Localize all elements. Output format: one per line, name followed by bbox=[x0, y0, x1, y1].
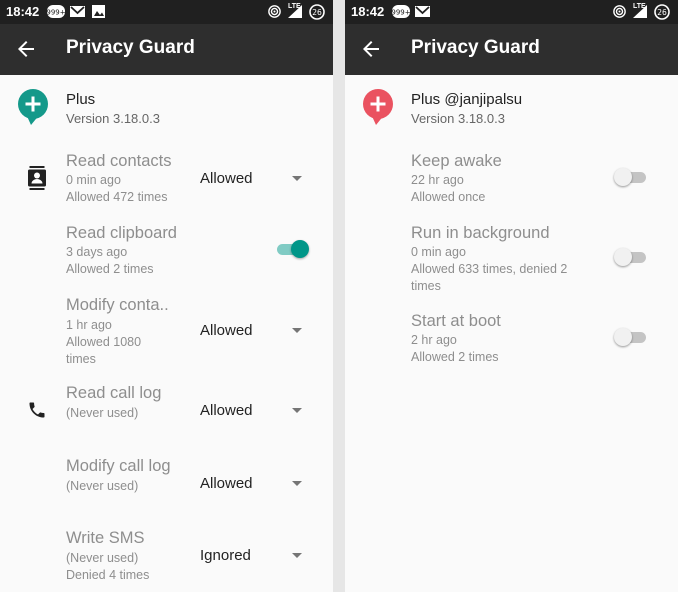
permission-title: Write SMS bbox=[66, 529, 145, 547]
permission-row-read-contacts: Read contacts 0 min ago Allowed 472 time… bbox=[0, 152, 333, 210]
dropdown-arrow-icon bbox=[292, 553, 302, 558]
permission-last-used: (Never used) bbox=[66, 479, 139, 493]
app-version: Version 3.18.0.3 bbox=[411, 111, 505, 126]
permission-usage-count: Allowed 2 times bbox=[411, 350, 499, 364]
permission-last-used: 2 hr ago bbox=[411, 333, 457, 347]
notification-badge-icon: 999+ bbox=[47, 5, 65, 18]
permission-title: Modify call log bbox=[66, 457, 171, 475]
permission-title: Read contacts bbox=[66, 152, 172, 170]
permission-row-read-call-log: Read call log (Never used) Allowed bbox=[0, 384, 333, 428]
hotspot-icon bbox=[268, 5, 281, 18]
left-screen: 18:42 999+ LTE 26 Privacy Guard Plus Ver… bbox=[0, 0, 333, 592]
page-title: Privacy Guard bbox=[411, 37, 540, 58]
dropdown-value: Allowed bbox=[200, 402, 253, 419]
permission-row-start-at-boot: Start at boot 2 hr ago Allowed 2 times bbox=[345, 312, 678, 370]
battery-icon: 26 bbox=[654, 4, 670, 20]
back-arrow-icon[interactable] bbox=[16, 39, 36, 59]
dropdown-arrow-icon bbox=[292, 176, 302, 181]
dropdown-value: Allowed bbox=[200, 170, 253, 187]
battery-icon: 26 bbox=[309, 4, 325, 20]
permission-last-used: (Never used) bbox=[66, 551, 139, 565]
toggle-thumb bbox=[614, 248, 632, 266]
mail-icon bbox=[415, 6, 430, 17]
permission-title: Read clipboard bbox=[66, 224, 177, 242]
svg-text:999+: 999+ bbox=[47, 9, 65, 17]
permission-last-used: 1 hr ago bbox=[66, 318, 112, 332]
permission-usage-count: Allowed once bbox=[411, 190, 486, 204]
permission-toggle[interactable] bbox=[614, 247, 648, 267]
permission-mode-dropdown[interactable]: Allowed bbox=[190, 162, 315, 194]
permission-usage-count: Allowed 2 times bbox=[66, 262, 154, 276]
svg-text:26: 26 bbox=[312, 8, 322, 17]
dropdown-value: Allowed bbox=[200, 322, 253, 339]
permission-last-used: 0 min ago bbox=[411, 245, 466, 259]
permission-row-modify-contacts: Modify conta.. 1 hr ago Allowed 1080 tim… bbox=[0, 296, 333, 368]
hotspot-icon bbox=[613, 5, 626, 18]
permission-toggle[interactable] bbox=[614, 167, 648, 187]
status-bar: 18:42 999+ LTE 26 bbox=[345, 0, 678, 24]
permission-row-read-clipboard: Read clipboard 3 days ago Allowed 2 time… bbox=[0, 224, 333, 282]
back-arrow-icon[interactable] bbox=[361, 39, 381, 59]
app-plus-icon bbox=[18, 89, 48, 125]
app-plus-icon bbox=[363, 89, 393, 125]
permission-last-used: 22 hr ago bbox=[411, 173, 464, 187]
permission-last-used: (Never used) bbox=[66, 406, 139, 420]
permission-usage-count: Allowed 1080 times bbox=[66, 335, 142, 366]
app-name: Plus bbox=[66, 91, 96, 108]
permission-title: Read call log bbox=[66, 384, 162, 402]
svg-text:26: 26 bbox=[657, 8, 667, 17]
phone-icon bbox=[29, 402, 45, 418]
permission-mode-dropdown[interactable]: Allowed bbox=[190, 314, 315, 346]
app-bar: Privacy Guard bbox=[0, 24, 333, 75]
app-header: Plus Version 3.18.0.3 bbox=[0, 75, 333, 135]
permission-usage-count: Allowed 472 times bbox=[66, 190, 168, 204]
app-name: Plus @janjipalsu bbox=[411, 91, 523, 108]
dropdown-value: Ignored bbox=[200, 547, 251, 564]
dropdown-arrow-icon bbox=[292, 328, 302, 333]
toggle-thumb bbox=[291, 240, 309, 258]
permission-title: Run in background bbox=[411, 224, 550, 242]
permission-row-keep-awake: Keep awake 22 hr ago Allowed once bbox=[345, 152, 678, 210]
permission-mode-dropdown[interactable]: Ignored bbox=[190, 539, 315, 571]
permission-row-write-sms: Write SMS (Never used) Denied 4 times Ig… bbox=[0, 529, 333, 587]
permission-row-modify-call-log: Modify call log (Never used) Allowed bbox=[0, 457, 333, 501]
dropdown-arrow-icon bbox=[292, 408, 302, 413]
permission-usage-count: Allowed 633 times, denied 2 times bbox=[411, 262, 568, 293]
permission-title: Modify conta.. bbox=[66, 296, 169, 314]
toggle-thumb bbox=[614, 168, 632, 186]
permission-last-used: 3 days ago bbox=[66, 245, 128, 259]
status-time: 18:42 bbox=[6, 4, 40, 19]
right-screen: 18:42 999+ LTE 26 Privacy Guard Plus @ja… bbox=[345, 0, 678, 592]
permission-row-run-in-background: Run in background 0 min ago Allowed 633 … bbox=[345, 224, 678, 296]
status-bar: 18:42 999+ LTE 26 bbox=[0, 0, 333, 24]
image-icon bbox=[92, 5, 105, 18]
signal-icon bbox=[633, 5, 647, 18]
contacts-icon bbox=[28, 166, 46, 190]
permission-last-used: 0 min ago bbox=[66, 173, 121, 187]
app-header: Plus @janjipalsu Version 3.18.0.3 bbox=[345, 75, 678, 135]
notification-badge-icon: 999+ bbox=[392, 5, 410, 18]
svg-text:999+: 999+ bbox=[392, 9, 410, 17]
permission-title: Keep awake bbox=[411, 152, 502, 170]
permission-mode-dropdown[interactable]: Allowed bbox=[190, 467, 315, 499]
app-bar: Privacy Guard bbox=[345, 24, 678, 75]
permission-toggle[interactable] bbox=[614, 327, 648, 347]
permission-mode-dropdown[interactable]: Allowed bbox=[190, 394, 315, 426]
page-title: Privacy Guard bbox=[66, 37, 195, 58]
app-version: Version 3.18.0.3 bbox=[66, 111, 160, 126]
toggle-thumb bbox=[614, 328, 632, 346]
dropdown-arrow-icon bbox=[292, 481, 302, 486]
mail-icon bbox=[70, 6, 85, 17]
permission-usage-count: Denied 4 times bbox=[66, 568, 150, 582]
permission-title: Start at boot bbox=[411, 312, 501, 330]
signal-icon bbox=[288, 5, 302, 18]
status-time: 18:42 bbox=[351, 4, 385, 19]
permission-toggle[interactable] bbox=[275, 239, 309, 259]
dropdown-value: Allowed bbox=[200, 475, 253, 492]
